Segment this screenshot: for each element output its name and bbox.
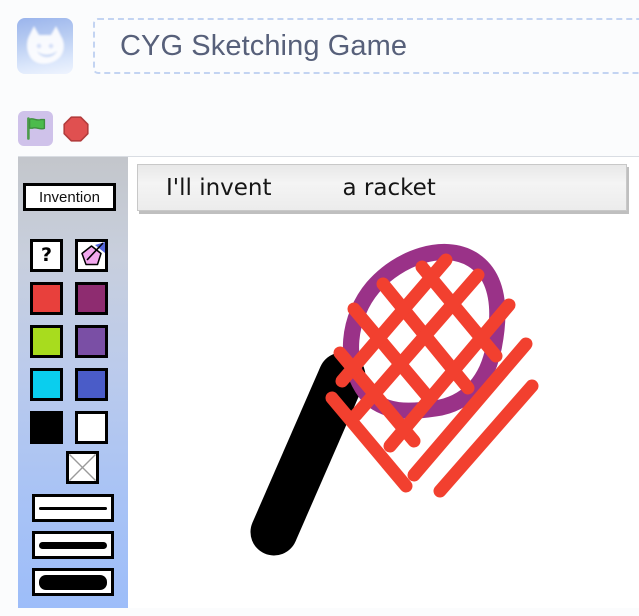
- palette-row-3: [30, 368, 116, 401]
- brush-thin[interactable]: [32, 494, 114, 522]
- color-white[interactable]: [75, 411, 108, 444]
- player-controls: [0, 100, 639, 249]
- scratch-cat-avatar: [17, 18, 73, 74]
- palette-row-1: [30, 282, 116, 315]
- racket-strings: [325, 253, 539, 498]
- stage-player: Invention ? I'll invent a racket: [18, 156, 639, 608]
- color-cyan[interactable]: [30, 368, 63, 401]
- project-title-input[interactable]: CYG Sketching Game: [93, 18, 639, 74]
- green-flag-icon: [25, 117, 47, 140]
- brush-medium-line: [39, 541, 107, 549]
- speech-bubble: I'll invent a racket: [137, 164, 627, 211]
- racket-sketch: [250, 243, 539, 556]
- palette-row-4: [30, 411, 116, 444]
- stop-button[interactable]: [63, 116, 89, 142]
- green-flag-button[interactable]: [18, 111, 53, 146]
- speech-text-answer: a racket: [342, 174, 436, 201]
- project-title-text: CYG Sketching Game: [120, 29, 408, 62]
- help-icon[interactable]: ?: [30, 239, 63, 272]
- color-red[interactable]: [30, 282, 63, 315]
- palette-row-2: [30, 325, 116, 358]
- speech-text-prompt: I'll invent: [166, 174, 272, 201]
- racket-handle: [250, 352, 366, 556]
- clear-x-icon[interactable]: [66, 451, 99, 484]
- color-black[interactable]: [30, 411, 63, 444]
- color-lime[interactable]: [30, 325, 63, 358]
- fill-tool-icon[interactable]: [75, 239, 108, 272]
- racket-head-outline: [342, 243, 506, 419]
- brush-thick-line: [39, 574, 107, 590]
- invention-mode-button[interactable]: Invention: [23, 183, 116, 211]
- color-magenta[interactable]: [75, 282, 108, 315]
- palette-row-tools: ?: [30, 239, 116, 272]
- brush-medium[interactable]: [32, 531, 114, 559]
- color-blue[interactable]: [75, 368, 108, 401]
- project-header: CYG Sketching Game: [0, 0, 639, 92]
- svg-text:?: ?: [41, 244, 52, 266]
- brush-thick[interactable]: [32, 568, 114, 596]
- brush-thin-line: [39, 506, 107, 510]
- color-palette: ?: [30, 239, 116, 454]
- color-purple[interactable]: [75, 325, 108, 358]
- brush-size-group: [32, 494, 114, 605]
- scratch-project-page: CYG Sketching Game Invention ? I'll inve…: [0, 0, 639, 616]
- stage-canvas[interactable]: I'll invent a racket: [128, 157, 639, 608]
- drawing-tool-sidebar: Invention ?: [18, 157, 128, 608]
- stop-sign-icon: [63, 116, 89, 142]
- invention-mode-label: Invention: [39, 188, 100, 206]
